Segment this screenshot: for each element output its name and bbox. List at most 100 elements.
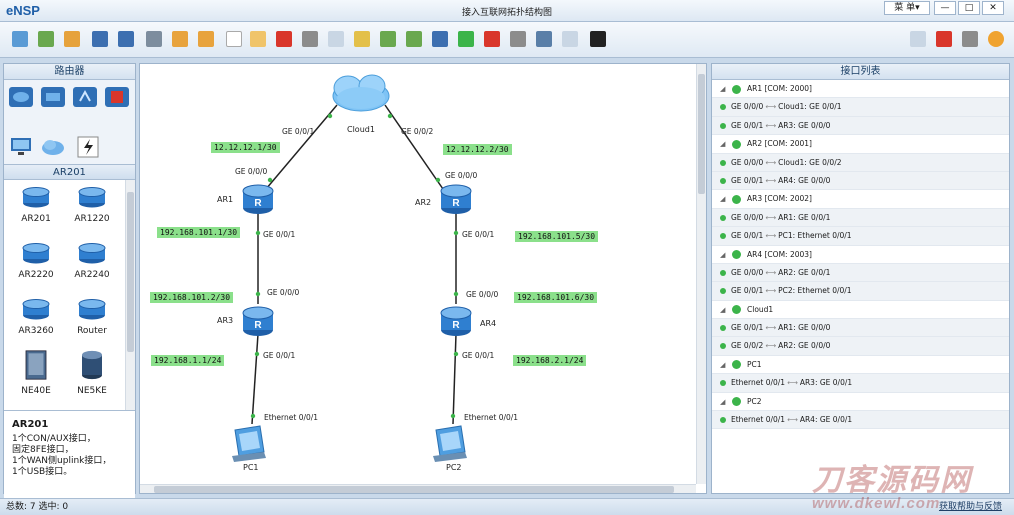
open-icon[interactable]: [64, 31, 80, 47]
undo-icon[interactable]: [172, 31, 188, 47]
ip-label[interactable]: 192.168.2.1/24: [513, 355, 587, 366]
scrollbar-thumb[interactable]: [698, 74, 705, 194]
collapse-icon[interactable]: ◢: [720, 301, 728, 319]
new-topology-icon[interactable]: [12, 31, 28, 47]
device-label-ar3[interactable]: AR3: [217, 316, 233, 325]
interface-group-header[interactable]: ◢ Cloud1: [712, 300, 1009, 320]
interface-link-row[interactable]: GE 0/0/1 ⟷ AR1: GE 0/0/0: [712, 319, 1009, 338]
save-icon[interactable]: [92, 31, 108, 47]
device-label-ar2[interactable]: AR2: [415, 198, 431, 207]
canvas-hscroll[interactable]: [140, 484, 696, 493]
ip-label[interactable]: 12.12.12.1/30: [211, 142, 280, 153]
device-model-item[interactable]: AR2240: [64, 242, 120, 280]
device-model-item[interactable]: NE5KE: [64, 350, 120, 396]
device-label-pc2[interactable]: PC2: [446, 463, 462, 472]
interface-link-row[interactable]: GE 0/0/0 ⟷ Cloud1: GE 0/0/2: [712, 153, 1009, 172]
cloud-category-icon[interactable]: [40, 136, 66, 158]
ip-label[interactable]: 192.168.101.6/30: [514, 292, 598, 303]
interface-link-row[interactable]: GE 0/0/2 ⟷ AR2: GE 0/0/0: [712, 337, 1009, 356]
settings-gear-icon[interactable]: [962, 31, 978, 47]
close-button[interactable]: ✕: [982, 1, 1004, 15]
connection-category-icon[interactable]: [76, 136, 102, 158]
select-cursor-icon[interactable]: [226, 31, 242, 47]
delete-icon[interactable]: [276, 31, 292, 47]
ip-label[interactable]: 12.12.12.2/30: [443, 144, 512, 155]
collapse-icon[interactable]: ◢: [720, 135, 728, 153]
device-model-item[interactable]: AR201: [8, 186, 64, 224]
expand-chevron-icon[interactable]: [732, 194, 741, 204]
huawei-logo-icon[interactable]: [936, 31, 952, 47]
ip-label[interactable]: 192.168.101.1/30: [157, 227, 241, 238]
print-icon[interactable]: [146, 31, 162, 47]
menu-button[interactable]: 菜 单▾: [884, 1, 930, 15]
model-list-scrollbar[interactable]: [125, 180, 135, 410]
zoom-in-icon[interactable]: [380, 31, 396, 47]
zoom-out-icon[interactable]: [406, 31, 422, 47]
interface-link-row[interactable]: GE 0/0/1 ⟷ PC2: Ethernet 0/0/1: [712, 282, 1009, 301]
scrollbar-thumb[interactable]: [154, 486, 674, 493]
expand-chevron-icon[interactable]: [732, 360, 741, 370]
collapse-icon[interactable]: ◢: [720, 393, 728, 411]
redo-icon[interactable]: [198, 31, 214, 47]
delete-link-icon[interactable]: [302, 31, 318, 47]
interface-link-row[interactable]: GE 0/0/0 ⟷ Cloud1: GE 0/0/1: [712, 98, 1009, 117]
collapse-icon[interactable]: ◢: [720, 246, 728, 264]
ip-label[interactable]: 192.168.101.5/30: [515, 231, 599, 242]
interface-link-row[interactable]: GE 0/0/1 ⟷ PC1: Ethernet 0/0/1: [712, 227, 1009, 246]
collapse-icon[interactable]: ◢: [720, 356, 728, 374]
collapse-icon[interactable]: ◢: [720, 80, 728, 98]
expand-chevron-icon[interactable]: [732, 397, 741, 407]
wireless-category-icon[interactable]: [72, 86, 98, 108]
interface-group-header[interactable]: ◢ AR1 [COM: 2000]: [712, 80, 1009, 99]
save-as-icon[interactable]: [118, 31, 134, 47]
scrollbar-thumb[interactable]: [127, 192, 134, 352]
help-icon[interactable]: [988, 31, 1004, 47]
expand-chevron-icon[interactable]: [732, 305, 741, 315]
chat-icon[interactable]: [910, 31, 926, 47]
pc-category-icon[interactable]: [8, 136, 34, 158]
interface-group-header[interactable]: ◢ AR2 [COM: 2001]: [712, 135, 1009, 154]
firewall-category-icon[interactable]: [104, 86, 130, 108]
device-label-ar4[interactable]: AR4: [480, 319, 496, 328]
interface-link-row[interactable]: Ethernet 0/0/1 ⟷ AR4: GE 0/0/1: [712, 411, 1009, 430]
interface-link-row[interactable]: GE 0/0/1 ⟷ AR4: GE 0/0/0: [712, 171, 1009, 191]
expand-chevron-icon[interactable]: [732, 250, 741, 260]
hand-pan-icon[interactable]: [250, 31, 266, 47]
interface-link-row[interactable]: GE 0/0/1 ⟷ AR3: GE 0/0/0: [712, 116, 1009, 136]
expand-chevron-icon[interactable]: [732, 84, 741, 94]
ip-label[interactable]: 192.168.1.1/24: [151, 355, 225, 366]
new-example-icon[interactable]: [38, 31, 54, 47]
text-note-icon[interactable]: [328, 31, 344, 47]
fit-view-icon[interactable]: [432, 31, 448, 47]
interface-group-header[interactable]: ◢ PC2: [712, 392, 1009, 412]
device-model-item[interactable]: Router: [64, 298, 120, 336]
canvas-vscroll[interactable]: [696, 64, 706, 484]
interface-link-row[interactable]: GE 0/0/0 ⟷ AR1: GE 0/0/1: [712, 208, 1009, 228]
ip-label[interactable]: 192.168.101.2/30: [150, 292, 234, 303]
collapse-icon[interactable]: ◢: [720, 190, 728, 208]
stop-device-icon[interactable]: [484, 31, 500, 47]
device-model-item[interactable]: NE40E: [8, 350, 64, 396]
interface-group-header[interactable]: ◢ PC1: [712, 355, 1009, 375]
expand-chevron-icon[interactable]: [732, 139, 741, 149]
interface-group-header[interactable]: ◢ AR3 [COM: 2002]: [712, 190, 1009, 209]
device-label-cloud1[interactable]: Cloud1: [347, 125, 375, 134]
minimize-button[interactable]: —: [934, 1, 956, 15]
device-model-item[interactable]: AR1220: [64, 186, 120, 224]
device-label-pc1[interactable]: PC1: [243, 463, 259, 472]
maximize-button[interactable]: □: [958, 1, 980, 15]
capture-icon[interactable]: [510, 31, 526, 47]
interface-link-row[interactable]: Ethernet 0/0/1 ⟷ AR3: GE 0/0/1: [712, 374, 1009, 393]
topology-icon[interactable]: [536, 31, 552, 47]
device-model-item[interactable]: AR3260: [8, 298, 64, 336]
start-device-icon[interactable]: [458, 31, 474, 47]
router-category-icon[interactable]: [8, 86, 34, 108]
rectangle-icon[interactable]: [354, 31, 370, 47]
topology-canvas[interactable]: R R R R Cloud1 AR1 AR2 AR3 AR4 PC1 PC2 G…: [139, 63, 707, 494]
interface-group-header[interactable]: ◢ AR4 [COM: 2003]: [712, 245, 1009, 264]
interface-link-row[interactable]: GE 0/0/0 ⟷ AR2: GE 0/0/1: [712, 263, 1009, 283]
switch-category-icon[interactable]: [40, 86, 66, 108]
terminal-icon[interactable]: [590, 31, 606, 47]
device-label-ar1[interactable]: AR1: [217, 195, 233, 204]
device-model-item[interactable]: AR2220: [8, 242, 64, 280]
